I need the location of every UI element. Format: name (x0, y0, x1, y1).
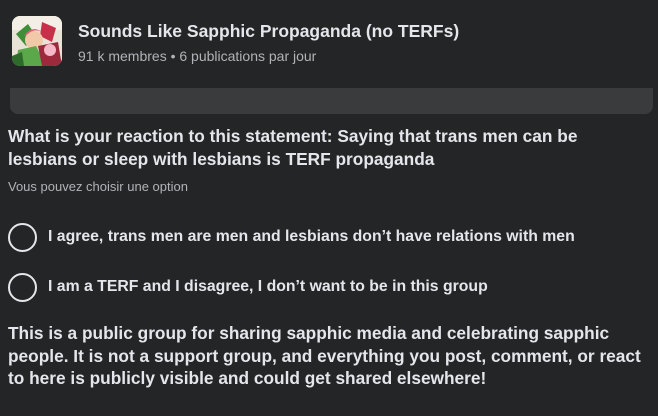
group-header: Sounds Like Sapphic Propaganda (no TERFs… (12, 16, 652, 72)
poll-option-1[interactable]: I agree, trans men are men and lesbians … (8, 220, 648, 254)
group-name[interactable]: Sounds Like Sapphic Propaganda (no TERFs… (78, 20, 459, 42)
radio-unselected-icon[interactable] (8, 222, 37, 252)
group-avatar-illustration (12, 16, 62, 66)
poll-option-label: I agree, trans men are men and lesbians … (48, 228, 575, 245)
radio-unselected-icon[interactable] (8, 272, 37, 302)
poll-hint: Vous pouvez choisir une option (8, 179, 188, 194)
poll-question: What is your reaction to this statement:… (8, 126, 578, 169)
poll-option-2[interactable]: I am a TERF and I disagree, I don’t want… (8, 270, 648, 304)
group-description: This is a public group for sharing sapph… (8, 323, 641, 388)
group-meta: 91 k membres • 6 publications par jour (78, 48, 317, 64)
group-avatar[interactable] (12, 16, 62, 66)
content-bar (10, 88, 653, 114)
poll-option-label: I am a TERF and I disagree, I don’t want… (48, 278, 488, 295)
